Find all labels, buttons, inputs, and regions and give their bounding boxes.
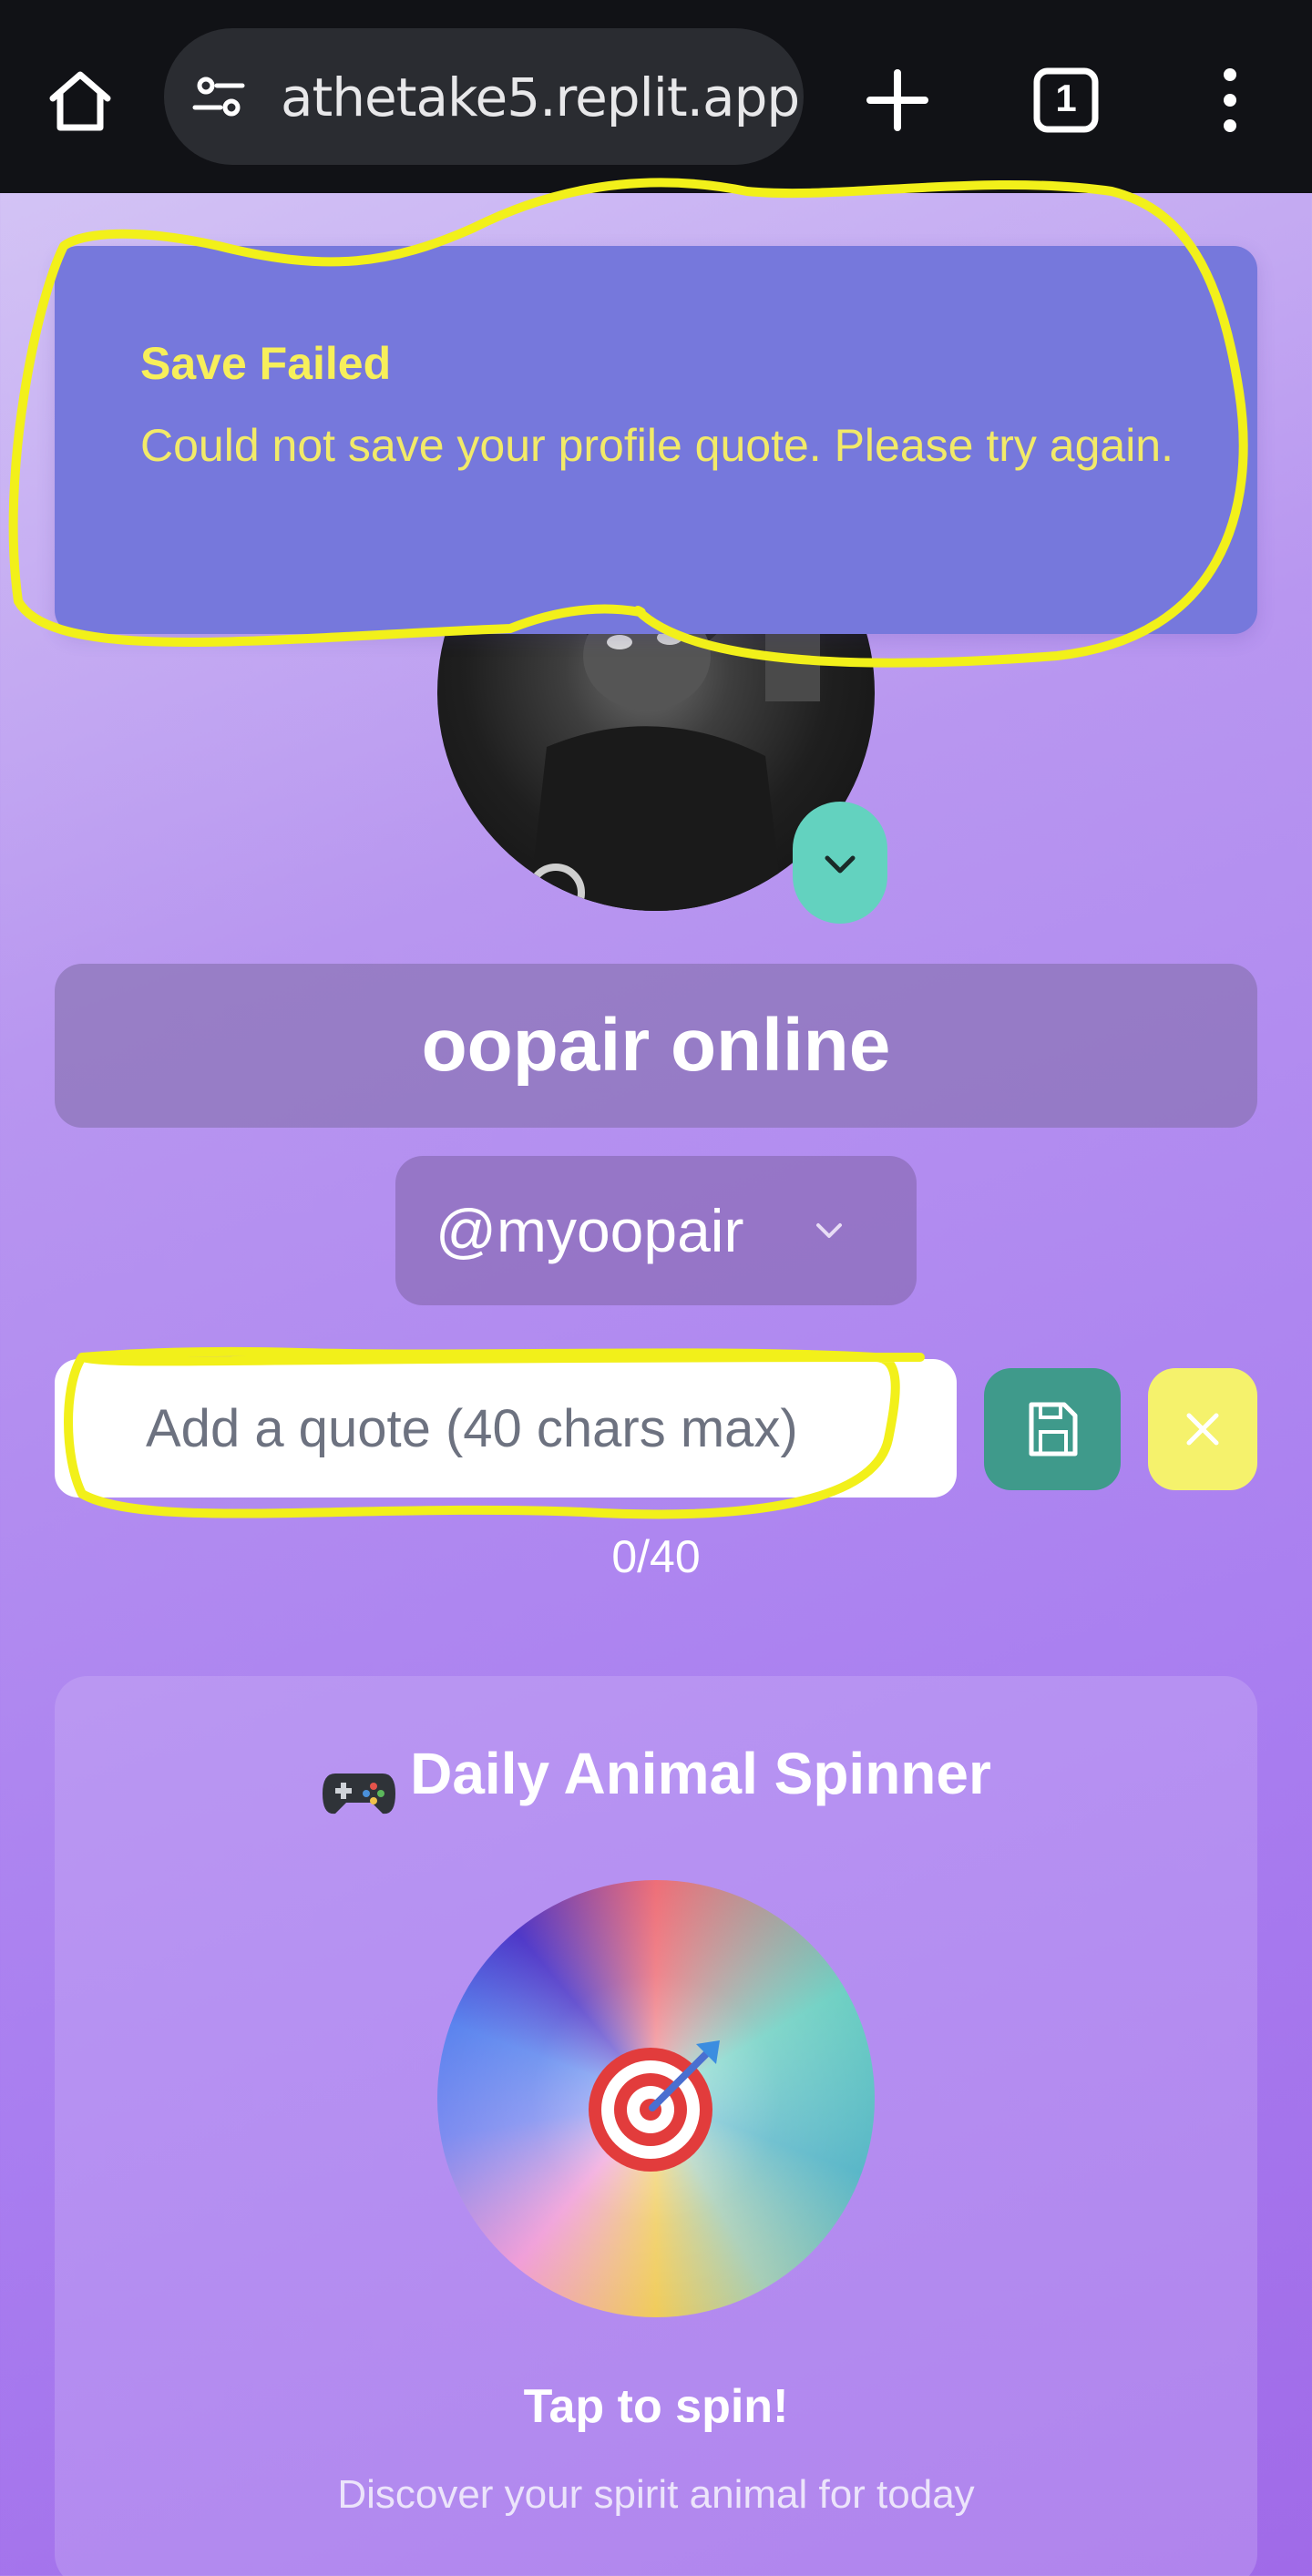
spinner-subtitle: Discover your spirit animal for today (337, 2472, 975, 2517)
toast-title: Save Failed (140, 338, 392, 389)
more-vert-icon[interactable] (1203, 64, 1257, 137)
url-text: athetake5.replit.app (281, 66, 800, 128)
save-quote-button[interactable] (984, 1368, 1121, 1490)
address-bar[interactable]: athetake5.replit.app (164, 28, 804, 165)
tab-switcher-button[interactable]: 1 (1030, 64, 1102, 137)
home-icon[interactable] (44, 64, 117, 137)
handle-text: @myoopair (436, 1197, 744, 1264)
tap-to-spin-label: Tap to spin! (523, 2380, 789, 2433)
target-icon (589, 2040, 720, 2172)
display-name-field[interactable]: oopair online (55, 964, 1257, 1128)
save-disk-icon (1029, 1402, 1078, 1457)
spinner-title: Daily Animal Spinner (410, 1741, 991, 1806)
tab-count: 1 (1055, 77, 1077, 119)
new-tab-plus-icon[interactable] (861, 64, 934, 137)
avatar-options-toggle[interactable] (793, 802, 887, 924)
close-icon (1186, 1413, 1219, 1446)
error-toast: Save Failed Could not save your profile … (55, 246, 1257, 634)
quote-char-counter: 0/40 (611, 1531, 701, 1582)
display-name: oopair online (421, 1004, 891, 1087)
gamepad-icon (323, 1773, 396, 1814)
chevron-down-icon (825, 855, 856, 874)
browser-toolbar: athetake5.replit.app 1 (0, 0, 1312, 193)
chevron-down-icon (816, 1223, 842, 1238)
spinner-header: Daily Animal Spinner (0, 1740, 1312, 1817)
toast-message: Could not save your profile quote. Pleas… (140, 420, 1174, 471)
site-settings-icon[interactable] (191, 69, 246, 124)
cancel-quote-button[interactable] (1148, 1368, 1257, 1490)
quote-input[interactable] (55, 1359, 957, 1498)
handle-dropdown[interactable]: @myoopair (395, 1156, 917, 1305)
